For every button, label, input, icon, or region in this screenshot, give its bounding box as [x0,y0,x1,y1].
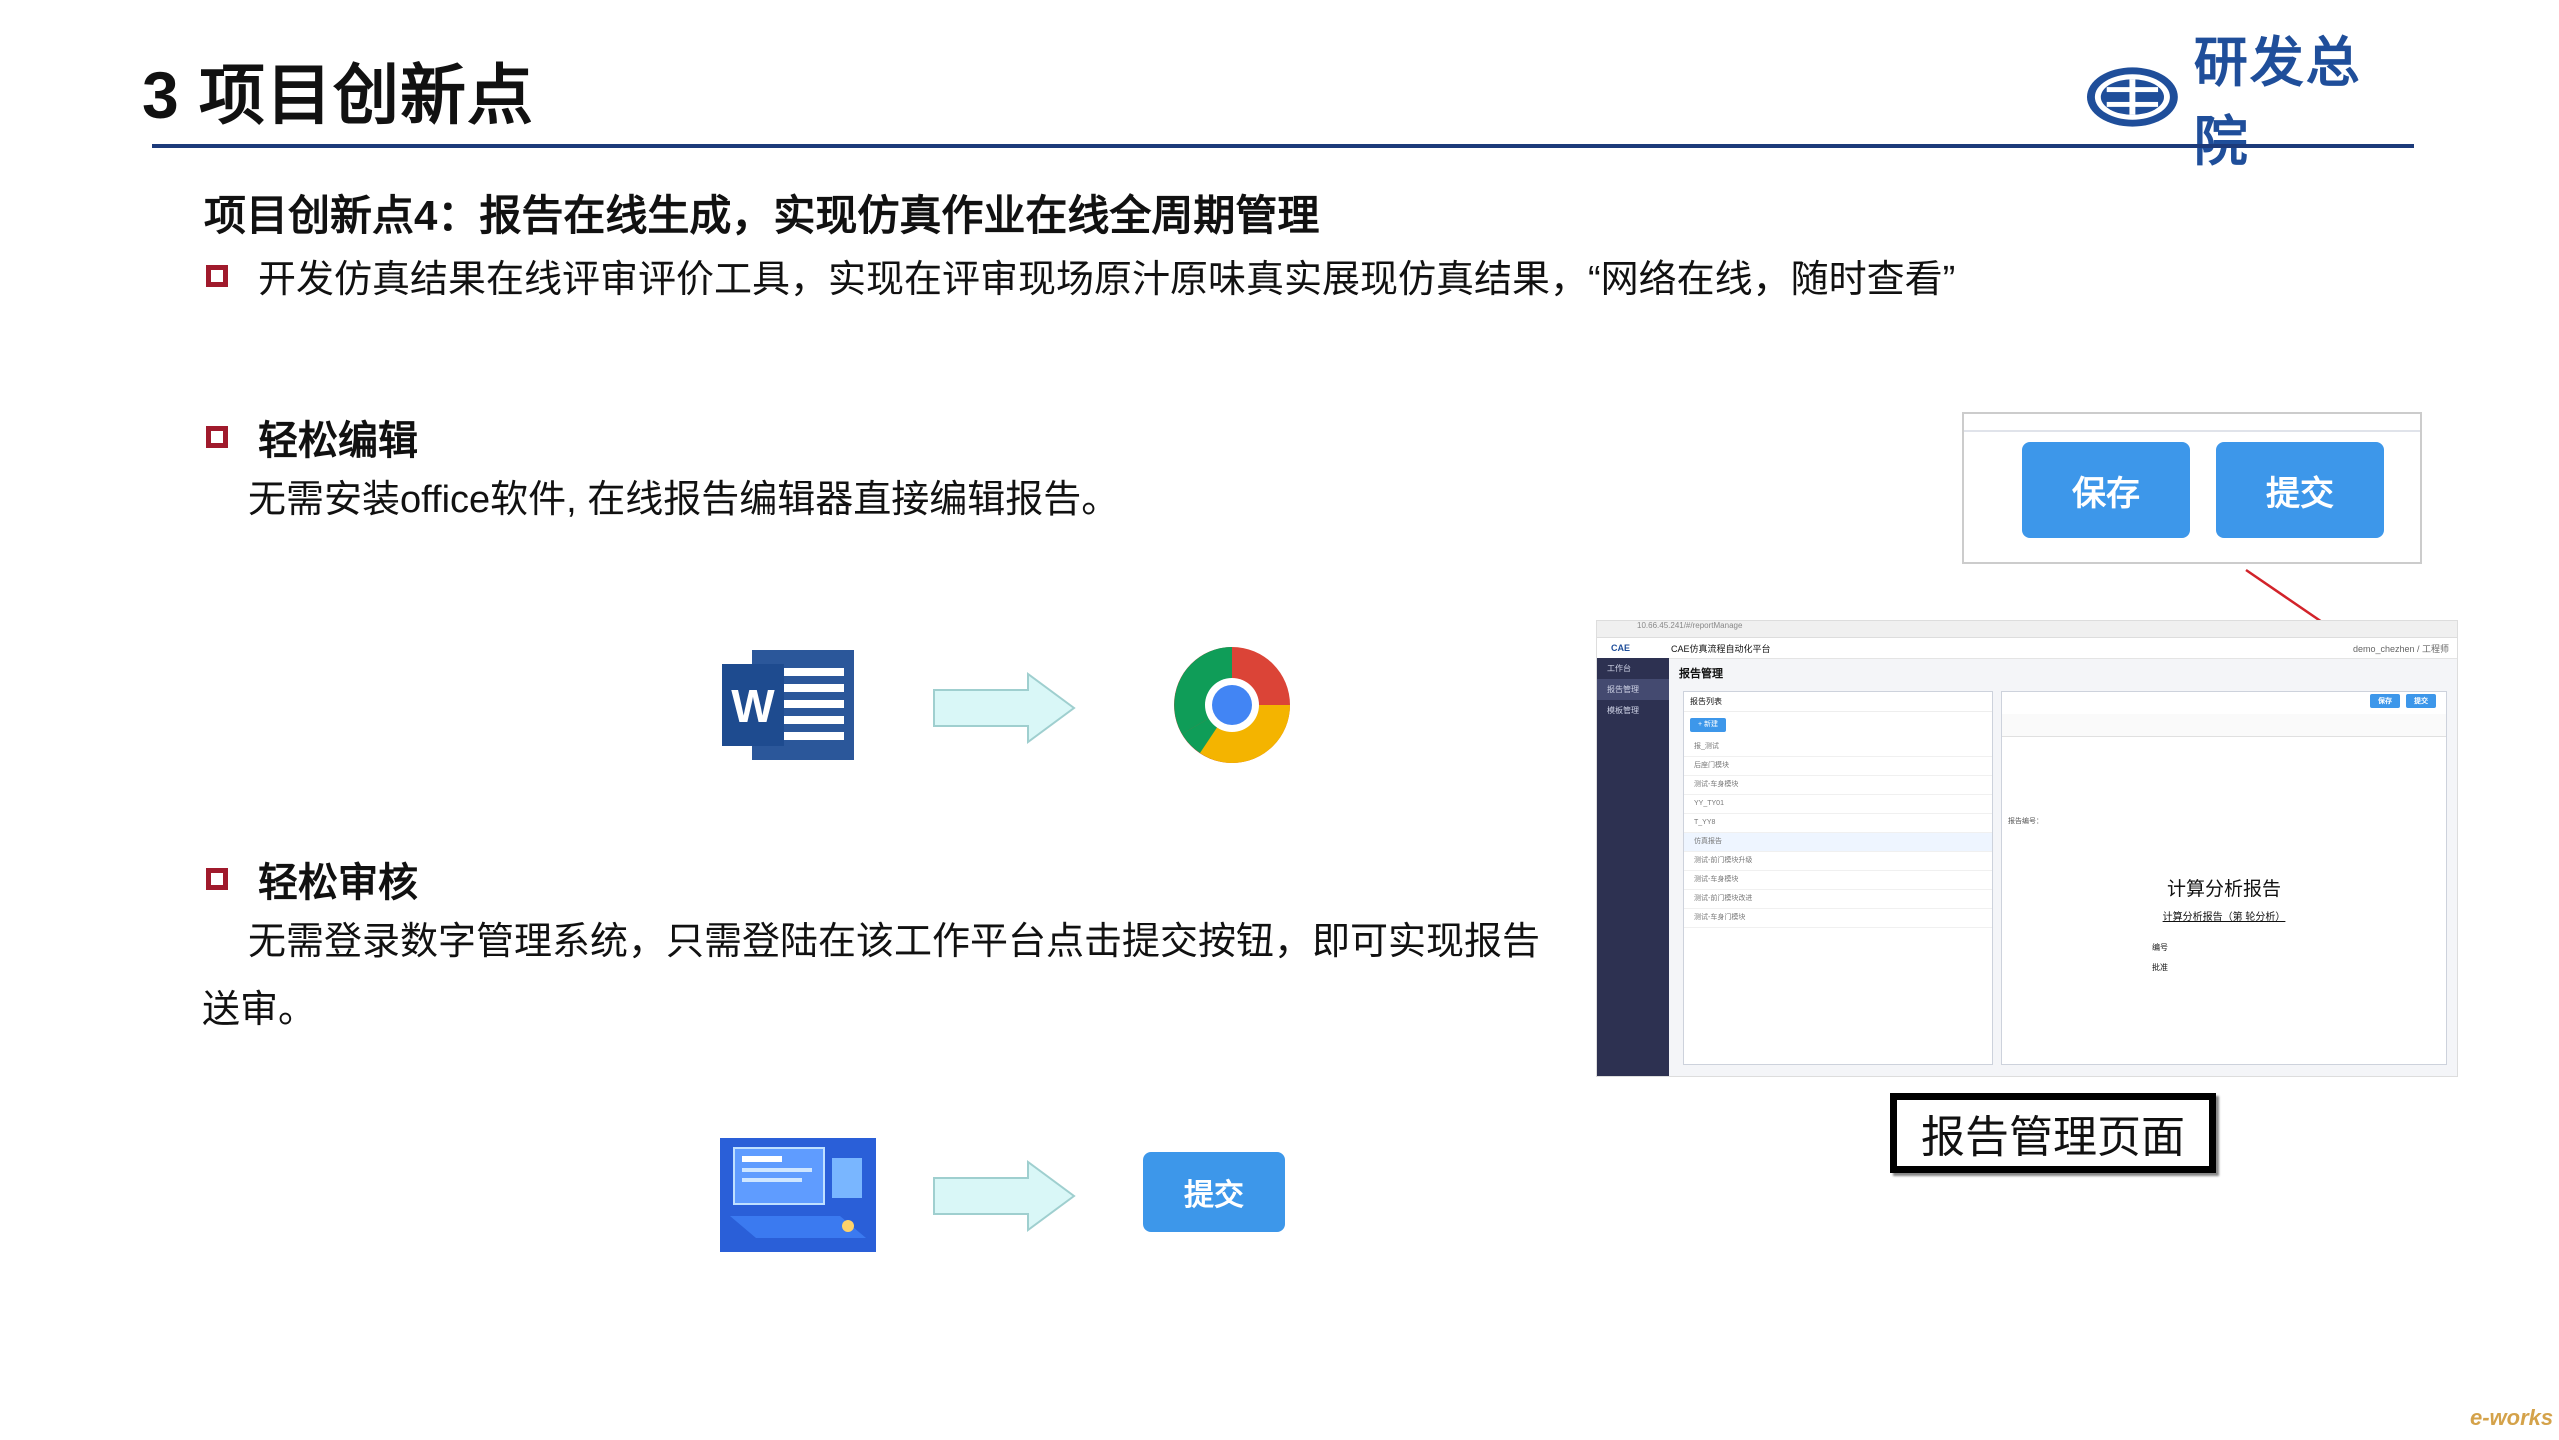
list-item[interactable]: 测试-车身模块 [1684,871,1992,890]
user-label[interactable]: demo_chezhen / 工程师 [2353,642,2457,655]
list-item[interactable]: 测试-前门模块改进 [1684,890,1992,909]
list-item[interactable]: 仿真报告 [1684,833,1992,852]
section-subtitle: 项目创新点4：报告在线生成，实现仿真作业在线全周期管理 [204,192,1320,239]
digital-platform-illustration [720,1138,876,1252]
list-title: 报告列表 [1684,692,1992,712]
nav-item-template[interactable]: 模板管理 [1597,700,1669,721]
intro-bullet: 开发仿真结果在线评审评价工具，实现在评审现场原汁原味真实展现仿真结果，“网络在线… [206,248,1955,303]
list-item[interactable]: 后座门模块 [1684,757,1992,776]
review-text-line2: 送审。 [202,989,317,1031]
report-heading: 计算分析报告 [2166,879,2281,900]
report-field-approve: 批准 [2152,963,2168,972]
edit-heading: 轻松编辑 [206,408,418,466]
list-item[interactable]: 报_测试 [1684,738,1992,757]
title-divider [152,144,2414,148]
chrome-icon [1174,647,1290,763]
report-editor-panel: 保存 提交 报告编号： 计算分析报告 计算分析报告（第 轮分析） 编号 批准 [2001,691,2447,1065]
report-list-panel: 报告列表 + 新建 报_测试 后座门模块 测试-车身模块 YY_TY01 T_Y… [1683,691,1993,1065]
report-management-screenshot: 10.66.45.241/#/reportManage CAE CAE仿真流程自… [1596,620,2458,1077]
new-report-button[interactable]: + 新建 [1690,718,1726,732]
nav-item-report[interactable]: 报告管理 [1597,679,1669,700]
bullet-square-icon [206,426,228,448]
zoomed-buttons-box: 保存 提交 [1962,412,2422,564]
submit-button[interactable]: 提交 [1143,1152,1285,1232]
review-heading: 轻松审核 [206,850,418,908]
list-item[interactable]: T_YY8 [1684,814,1992,833]
slide-title: 3 项目创新点 [142,58,535,132]
right-arrow-icon [933,1160,1076,1232]
editor-submit-button[interactable]: 提交 [2406,694,2436,708]
app-header: CAE CAE仿真流程自动化平台 demo_chezhen / 工程师 [1597,638,2457,659]
editor-toolbar[interactable] [2002,714,2446,737]
intro-text: 开发仿真结果在线评审评价工具，实现在评审现场原汁原味真实展现仿真结果，“网络在线… [258,259,1956,301]
right-arrow-icon [933,672,1076,744]
report-field-id: 编号 [2152,943,2168,952]
submit-button[interactable]: 提交 [2216,442,2384,538]
page-title: 报告管理 [1679,668,1723,680]
report-list: 报_测试 后座门模块 测试-车身模块 YY_TY01 T_YY8 仿真报告 测试… [1684,738,1992,928]
app-logo-icon: CAE [1611,643,1631,653]
watermark: e-works [2470,1405,2554,1430]
faw-emblem-icon [2086,67,2178,127]
list-item[interactable]: YY_TY01 [1684,795,1992,814]
svg-text:W: W [731,680,775,732]
list-item[interactable]: 测试-车身模块 [1684,776,1992,795]
screenshot-caption: 报告管理页面 [1890,1093,2216,1173]
review-text-line1: 无需登录数字管理系统，只需登陆在该工作平台点击提交按钮，即可实现报告 [248,921,1541,963]
save-button[interactable]: 保存 [2022,442,2190,538]
nav-item-workbench[interactable]: 工作台 [1597,658,1669,679]
company-logo: 研发总院 [2085,33,2415,172]
word-icon: W [722,650,854,760]
list-item[interactable]: 测试-车身门模块 [1684,909,1992,928]
edit-text: 无需安装office软件, 在线报告编辑器直接编辑报告。 [248,479,1120,521]
list-item[interactable]: 测试-前门模块升级 [1684,852,1992,871]
app-title: CAE仿真流程自动化平台 [1671,643,1771,654]
bullet-square-icon [206,264,228,287]
bullet-square-icon [206,868,228,890]
report-code-label: 报告编号： [2008,818,2043,825]
editor-save-button[interactable]: 保存 [2370,694,2400,708]
sidebar: 工作台 报告管理 模板管理 [1597,658,1669,1076]
browser-url: 10.66.45.241/#/reportManage [1597,621,2457,638]
report-subline: 计算分析报告（第 轮分析） [2162,912,2286,923]
logo-text: 研发总院 [2193,33,2362,172]
